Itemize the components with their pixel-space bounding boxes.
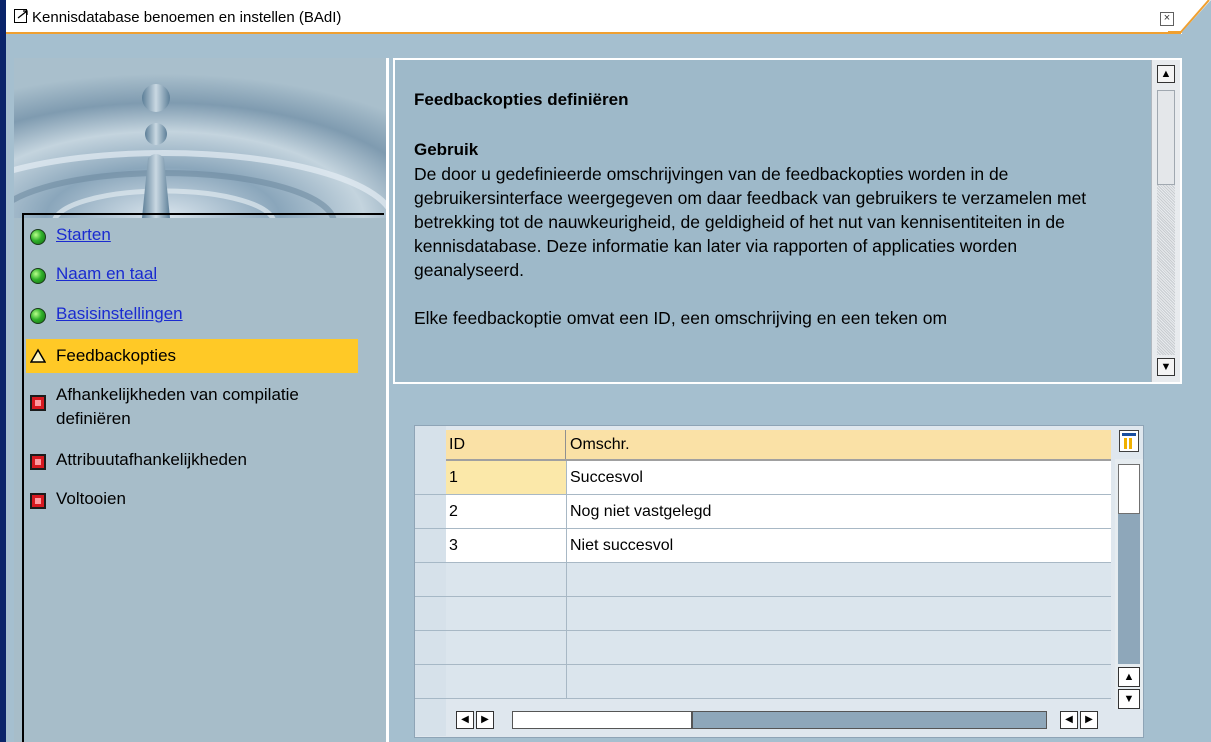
nav-item-label[interactable]: Naam en taal xyxy=(56,264,157,284)
status-complete-icon xyxy=(30,308,46,324)
feedback-options-table: ID Omschr. 1 Succesvol 2 Nog niet vastge… xyxy=(414,425,1144,738)
status-pending-icon xyxy=(30,493,46,509)
nav-item-label[interactable]: Starten xyxy=(56,225,111,245)
row-selector[interactable] xyxy=(415,495,446,529)
scroll-left-icon[interactable]: ◀ xyxy=(1060,711,1078,729)
scroll-thumb[interactable] xyxy=(1157,90,1175,185)
scroll-left-icon[interactable]: ◀ xyxy=(456,711,474,729)
warning-triangle-icon xyxy=(30,348,46,363)
cell-id[interactable] xyxy=(446,631,567,665)
cell-id[interactable] xyxy=(446,563,567,597)
empty-table-row[interactable] xyxy=(415,665,1115,705)
scroll-up-icon[interactable]: ▲ xyxy=(1118,667,1140,687)
row-selector[interactable] xyxy=(415,563,446,597)
help-text-panel: Feedbackopties definiëren Gebruik De doo… xyxy=(393,58,1182,384)
nav-item-label[interactable]: Basisinstellingen xyxy=(56,304,183,324)
status-complete-icon xyxy=(30,268,46,284)
row-selector[interactable] xyxy=(415,461,446,495)
help-text: Feedbackopties definiëren Gebruik De doo… xyxy=(414,88,1129,330)
scroll-track[interactable] xyxy=(692,711,1047,729)
scroll-track[interactable] xyxy=(1157,185,1175,355)
cell-id[interactable]: 2 xyxy=(446,495,567,529)
nav-item-label: Feedbackopties xyxy=(56,346,177,365)
scroll-up-icon[interactable]: ▲ xyxy=(1157,65,1175,83)
scroll-down-icon[interactable]: ▼ xyxy=(1157,358,1175,376)
cell-description[interactable] xyxy=(567,563,1111,597)
cell-id[interactable] xyxy=(446,597,567,631)
nav-item-feedbackopties: Feedbackopties xyxy=(26,339,358,373)
nav-item-label: Attribuutafhankelijkheden xyxy=(56,450,247,469)
nav-item-basisinstellingen[interactable]: Basisinstellingen xyxy=(30,304,183,324)
table-header: ID Omschr. xyxy=(446,430,1111,461)
title-underline xyxy=(6,32,1181,34)
window-title: Kennisdatabase benoemen en instellen (BA… xyxy=(32,9,342,26)
table-horizontal-scrollbar[interactable]: ◀ ▶ ◀ ▶ xyxy=(450,709,1110,733)
table-row[interactable]: 3 Niet succesvol xyxy=(415,529,1115,563)
scroll-thumb[interactable] xyxy=(512,711,692,729)
nav-item-label: Afhankelijkheden van compilatie definiër… xyxy=(56,385,299,428)
column-header-id[interactable]: ID xyxy=(446,430,566,459)
window-left-border xyxy=(0,0,6,742)
row-selector[interactable] xyxy=(415,631,446,665)
cell-description[interactable]: Niet succesvol xyxy=(567,529,1111,563)
layout-settings-icon[interactable] xyxy=(1119,430,1139,452)
nav-item-starten[interactable]: Starten xyxy=(30,225,111,245)
title-tab-decoration xyxy=(1168,0,1211,34)
scroll-down-icon[interactable]: ▼ xyxy=(1118,689,1140,709)
empty-table-row[interactable] xyxy=(415,631,1115,665)
row-selector[interactable] xyxy=(415,597,446,631)
scroll-right-icon[interactable]: ▶ xyxy=(476,711,494,729)
cell-id[interactable]: 1 xyxy=(446,461,567,495)
scroll-thumb[interactable] xyxy=(1118,464,1140,514)
table-vertical-scrollbar[interactable]: ▲ ▼ xyxy=(1115,459,1143,709)
status-pending-icon xyxy=(30,395,46,411)
empty-table-row[interactable] xyxy=(415,597,1115,631)
nav-item-attribuutafhankelijkheden: Attribuutafhankelijkheden xyxy=(30,450,247,470)
nav-item-naam-en-taal[interactable]: Naam en taal xyxy=(30,264,157,284)
row-selector[interactable] xyxy=(415,665,446,699)
title-bar: Kennisdatabase benoemen en instellen (BA… xyxy=(0,0,1211,742)
window-icon xyxy=(14,9,28,23)
nav-item-afhankelijkheden: Afhankelijkheden van compilatie definiër… xyxy=(30,383,330,431)
table-row[interactable]: 1 Succesvol xyxy=(415,461,1115,495)
scroll-track[interactable] xyxy=(1118,514,1140,664)
column-header-omschr[interactable]: Omschr. xyxy=(567,430,1111,459)
wizard-steps: Starten Naam en taal Basisinstellingen F… xyxy=(22,213,384,742)
cell-description[interactable] xyxy=(567,665,1111,699)
wizard-navigation-panel: Starten Naam en taal Basisinstellingen F… xyxy=(14,58,389,742)
cell-description[interactable] xyxy=(567,597,1111,631)
cell-id[interactable]: 3 xyxy=(446,529,567,563)
page-title: Feedbackopties definiëren xyxy=(414,90,629,109)
row-selector[interactable] xyxy=(415,529,446,563)
help-paragraph: De door u gedefinieerde omschrijvingen v… xyxy=(414,164,1087,280)
table-row[interactable]: 2 Nog niet vastgelegd xyxy=(415,495,1115,529)
help-scrollbar[interactable]: ▲ ▼ xyxy=(1151,60,1180,382)
section-heading: Gebruik xyxy=(414,140,479,159)
cell-description[interactable]: Nog niet vastgelegd xyxy=(567,495,1111,529)
nav-item-label: Voltooien xyxy=(56,489,126,508)
help-paragraph: Elke feedbackoptie omvat een ID, een oms… xyxy=(414,308,948,328)
water-drop-image xyxy=(14,58,386,218)
nav-item-voltooien: Voltooien xyxy=(30,489,126,509)
cell-description[interactable] xyxy=(567,631,1111,665)
cell-description[interactable]: Succesvol xyxy=(567,461,1111,495)
cell-id[interactable] xyxy=(446,665,567,699)
status-pending-icon xyxy=(30,454,46,470)
scroll-right-icon[interactable]: ▶ xyxy=(1080,711,1098,729)
empty-table-row[interactable] xyxy=(415,563,1115,597)
status-complete-icon xyxy=(30,229,46,245)
